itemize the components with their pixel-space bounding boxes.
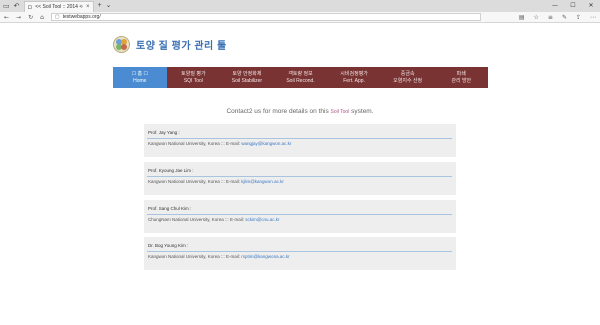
- contact-email-link[interactable]: sckim@cnu.ac.kr: [245, 217, 279, 222]
- contact-info: Kangwon National University, Korea ::: E…: [148, 179, 284, 184]
- address-bar: ← → ↻ ⌂ ▢ ▤ ☆ ≡ ✎ ⇪ ⋯: [0, 12, 600, 23]
- contact-brand: Soil Tool: [330, 109, 350, 115]
- menu-item-soil-stabilizer[interactable]: 토양 안정화제 Soil Stabilizer: [220, 67, 274, 88]
- contact-name: Prof. Kyoung Jae Lim :: [148, 168, 194, 173]
- tab-bar-icons: ▭ ↶: [0, 0, 20, 12]
- menu-item-english-label: Fert. App.: [343, 77, 365, 84]
- contact-name: Prof. Sang Chul Kim :: [148, 206, 192, 211]
- contact-prefix: Contact2 us for more details on this: [226, 108, 329, 115]
- tab-back-icon[interactable]: ↶: [14, 0, 20, 12]
- contact-card: Prof. Jay Yang : Kangwon National Univer…: [144, 124, 456, 157]
- contact-email-link[interactable]: kjlim@kangwon.ac.kr: [241, 179, 284, 184]
- menu-item-korean-label: ☐ 홈 ☐: [131, 70, 148, 77]
- menu-item-korean-label: 시비검정평가: [340, 70, 368, 77]
- favorites-hub-icon[interactable]: ≡: [548, 14, 553, 21]
- menu-item-korean-label: 객토량 정보: [288, 70, 313, 77]
- contact-info: ChungNam National University, Korea ::: …: [148, 217, 280, 222]
- contact-email-link[interactable]: rsptim@kangwona.ac.kr: [241, 254, 289, 259]
- menu-item-korean-label: 파쇄: [456, 70, 466, 77]
- site-title: 토양 질 평가 관리 툴: [136, 41, 227, 52]
- contact-info: Kangwon National University, Korea ::: E…: [148, 254, 290, 259]
- forward-icon[interactable]: →: [16, 14, 21, 21]
- contact-affiliation: Kangwon National University, Korea ::: E…: [148, 179, 240, 184]
- contact-affiliation: ChungNam National University, Korea ::: …: [148, 217, 244, 222]
- menu-item-english-label: Soil Stabilizer: [231, 77, 263, 84]
- maximize-button[interactable]: ☐: [564, 0, 582, 12]
- new-tab-button[interactable]: +: [98, 0, 102, 12]
- contact-email-link[interactable]: wangjay@kangwon.ac.kr: [241, 141, 291, 146]
- refresh-icon[interactable]: ↻: [28, 14, 33, 21]
- menu-item-soil-recond[interactable]: 객토량 정보 Soil Recond.: [274, 67, 328, 88]
- browser-tab-title: << Soil Tool :: 2014 <<: [35, 4, 83, 10]
- contact-affiliation: Kangwon National University, Korea ::: E…: [148, 254, 240, 259]
- contact-card: Prof. Kyoung Jae Lim : Kangwon National …: [144, 162, 456, 195]
- menu-item-english-label: 관리 방안: [451, 77, 472, 84]
- menu-item-korean-label: 토양질 평가: [181, 70, 206, 77]
- home-icon[interactable]: ⌂: [40, 14, 44, 21]
- page-info-icon[interactable]: ▢: [55, 14, 60, 20]
- favorite-star-icon[interactable]: ☆: [534, 14, 539, 21]
- menu-item-sqi-tool[interactable]: 토양질 평가 SQI Tool: [167, 67, 221, 88]
- close-window-button[interactable]: ✕: [582, 0, 600, 12]
- minimize-button[interactable]: —: [546, 0, 564, 12]
- menu-item-korean-label: 중금속: [400, 70, 415, 77]
- site-logo[interactable]: 토양 질 평가 관리 툴: [113, 36, 227, 53]
- menu-item-management[interactable]: 파쇄 관리 방안: [434, 67, 488, 88]
- contact-heading: Contact2 us for more details on this Soi…: [0, 108, 600, 115]
- contact-card: Prof. Sang Chul Kim : ChungNam National …: [144, 200, 456, 233]
- menu-item-english-label: Home: [133, 77, 147, 84]
- menu-item-english-label: SQI Tool: [183, 77, 203, 84]
- url-input[interactable]: [62, 14, 363, 20]
- browser-toolbar: ▤ ☆ ≡ ✎ ⇪ ⋯: [519, 12, 596, 23]
- more-menu-icon[interactable]: ⋯: [590, 14, 596, 21]
- contact-card: Dr. Bog Young Kim : Kangwon National Uni…: [144, 237, 456, 270]
- tab-close-icon[interactable]: ×: [86, 4, 90, 10]
- card-divider: [147, 176, 452, 177]
- page-content: 토양 질 평가 관리 툴 ☐ 홈 ☐ Home 토양질 평가 SQI Tool …: [0, 23, 600, 325]
- back-icon[interactable]: ←: [4, 14, 9, 21]
- window-controls: — ☐ ✕: [546, 0, 600, 12]
- menu-item-fert-app[interactable]: 시비검정평가 Fert. App.: [327, 67, 381, 88]
- contact-info: Kangwon National University, Korea ::: E…: [148, 141, 291, 146]
- menu-item-english-label: 오염지수 산정: [393, 77, 423, 84]
- notes-icon[interactable]: ✎: [562, 14, 567, 21]
- browser-tab-bar: ▭ ↶ ▫ << Soil Tool :: 2014 << × + ⌄ — ☐ …: [0, 0, 600, 12]
- main-menu: ☐ 홈 ☐ Home 토양질 평가 SQI Tool 토양 안정화제 Soil …: [113, 67, 488, 88]
- menu-item-korean-label: 토양 안정화제: [232, 70, 262, 77]
- browser-tab[interactable]: ▫ << Soil Tool :: 2014 << ×: [23, 1, 94, 12]
- menu-item-english-label: Soil Recond.: [286, 77, 315, 84]
- menu-item-home[interactable]: ☐ 홈 ☐ Home: [113, 67, 167, 88]
- tab-list-button[interactable]: ⌄: [106, 0, 112, 12]
- reading-view-icon[interactable]: ▤: [519, 14, 525, 21]
- contact-suffix: system.: [351, 108, 374, 115]
- url-field[interactable]: ▢: [50, 13, 481, 21]
- share-icon[interactable]: ⇪: [576, 14, 581, 21]
- contact-name: Prof. Jay Yang :: [148, 130, 180, 135]
- tab-actions-icon[interactable]: ▭: [3, 0, 10, 12]
- logo-emblem-icon: [113, 36, 130, 53]
- contact-affiliation: Kangwon National University, Korea ::: E…: [148, 141, 240, 146]
- contact-name: Dr. Bog Young Kim :: [148, 243, 189, 248]
- card-divider: [147, 138, 452, 139]
- card-divider: [147, 214, 452, 215]
- menu-item-heavy-metal[interactable]: 중금속 오염지수 산정: [381, 67, 435, 88]
- card-divider: [147, 251, 452, 252]
